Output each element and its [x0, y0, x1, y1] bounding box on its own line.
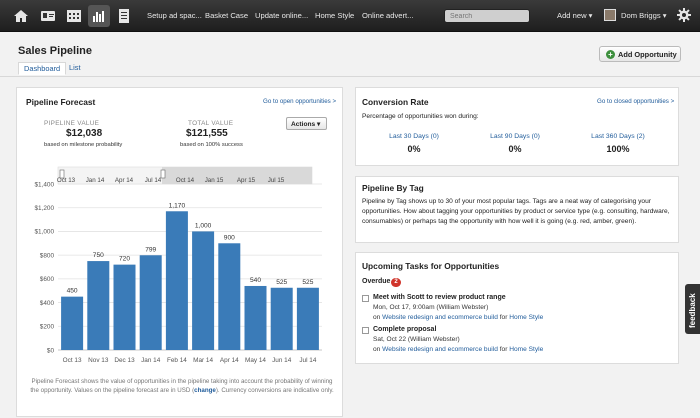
y-tick-label: $200 — [40, 324, 55, 331]
x-tick-label: Dec 13 — [114, 357, 135, 364]
navigator-tick-label: Jul 14 — [145, 177, 162, 184]
navigator-tick-label: Oct 14 — [176, 177, 195, 184]
y-tick-label: $600 — [40, 276, 55, 283]
bar[interactable] — [296, 287, 319, 350]
conversion-360-value: 100% — [606, 144, 630, 154]
change-currency-link[interactable]: change — [194, 387, 216, 394]
navigator-handle[interactable] — [160, 169, 166, 179]
x-tick-label: Jul 14 — [299, 357, 316, 364]
tags-title: Pipeline By Tag — [362, 183, 424, 193]
task-title[interactable]: Complete proposal — [373, 326, 436, 333]
x-tick-label: Oct 13 — [63, 357, 82, 364]
bar-data-label: 1,000 — [195, 222, 212, 229]
bar[interactable] — [244, 285, 267, 350]
conversion-30-days: Last 30 Days (0) 0% — [362, 133, 466, 154]
bar[interactable] — [165, 211, 188, 350]
bar-data-label: 525 — [302, 279, 313, 286]
navigator-tick-label: Jan 15 — [205, 177, 224, 184]
y-tick-label: $1,200 — [34, 205, 54, 212]
bar-data-label: 450 — [67, 288, 78, 295]
closed-opportunities-link[interactable]: Go to closed opportunities > — [597, 98, 674, 105]
task-opportunity-link[interactable]: Website redesign and ecommerce build — [382, 346, 498, 353]
task-opportunity-line: on Website redesign and ecommerce build … — [373, 346, 544, 353]
bar-data-label: 750 — [93, 252, 104, 259]
conversion-30-label[interactable]: Last 30 Days (0) — [362, 133, 466, 140]
navigator-tick-label: Apr 15 — [237, 177, 256, 184]
overdue-count-badge: 2 — [391, 278, 401, 287]
conversion-90-value: 0% — [508, 144, 522, 154]
task-checkbox[interactable] — [362, 327, 369, 334]
bar-data-label: 540 — [250, 277, 261, 284]
bar[interactable] — [218, 243, 241, 350]
task-opportunity-link[interactable]: Website redesign and ecommerce build — [382, 314, 498, 321]
bar[interactable] — [113, 264, 136, 350]
navigator-tick-label: Jul 15 — [268, 177, 285, 184]
conversion-90-label[interactable]: Last 90 Days (0) — [463, 133, 567, 140]
feedback-tab[interactable]: feedback — [685, 284, 700, 334]
x-tick-label: May 14 — [245, 357, 266, 364]
task-checkbox[interactable] — [362, 295, 369, 302]
conversion-360-label[interactable]: Last 360 Days (2) — [566, 133, 670, 140]
task-client-link[interactable]: Home Style — [509, 314, 543, 321]
task-opportunity-line: on Website redesign and ecommerce build … — [373, 314, 544, 321]
conversion-90-days: Last 90 Days (0) 0% — [463, 133, 567, 154]
y-tick-label: $1,400 — [34, 181, 54, 188]
x-tick-label: Jun 14 — [272, 357, 292, 364]
bar[interactable] — [87, 261, 110, 350]
bar-data-label: 525 — [276, 279, 287, 286]
x-tick-label: Mar 14 — [193, 357, 213, 364]
x-tick-label: Jan 14 — [141, 357, 161, 364]
bar-data-label: 1,170 — [169, 202, 186, 209]
bar[interactable] — [139, 255, 162, 350]
task-client-link[interactable]: Home Style — [509, 346, 543, 353]
bar[interactable] — [270, 287, 293, 350]
task-date: Mon, Oct 17, 9:00am (William Webster) — [373, 304, 489, 311]
navigator-tick-label: Jan 14 — [86, 177, 105, 184]
conversion-title: Conversion Rate — [362, 97, 429, 107]
bar-data-label: 720 — [119, 256, 130, 263]
task-title[interactable]: Meet with Scott to review product range — [373, 294, 506, 301]
y-tick-label: $400 — [40, 300, 55, 307]
forecast-footnote: Pipeline Forecast shows the value of opp… — [28, 378, 336, 395]
x-tick-label: Apr 14 — [220, 357, 239, 364]
y-tick-label: $800 — [40, 252, 55, 259]
bar[interactable] — [61, 296, 84, 350]
y-tick-label: $1,000 — [34, 229, 54, 236]
conversion-30-value: 0% — [407, 144, 421, 154]
footnote-text-end: ). Currency conversions are indicative o… — [215, 386, 334, 394]
overdue-label: Overdue — [362, 278, 391, 285]
task-date: Sat, Oct 22 (William Webster) — [373, 336, 460, 343]
bar-data-label: 799 — [145, 246, 156, 253]
conversion-desc: Percentage of opportunities won during: — [362, 113, 479, 120]
navigator-tick-label: Apr 14 — [115, 177, 134, 184]
y-tick-label: $0 — [47, 347, 55, 354]
navigator-handle[interactable] — [59, 169, 65, 179]
conversion-360-days: Last 360 Days (2) 100% — [566, 133, 670, 154]
x-tick-label: Feb 14 — [167, 357, 187, 364]
x-tick-label: Nov 13 — [88, 357, 109, 364]
tags-desc: Pipeline by Tag shows up to 30 of your m… — [362, 198, 670, 225]
tasks-title: Upcoming Tasks for Opportunities — [362, 261, 500, 271]
bar-data-label: 900 — [224, 234, 235, 241]
bar[interactable] — [192, 231, 215, 350]
